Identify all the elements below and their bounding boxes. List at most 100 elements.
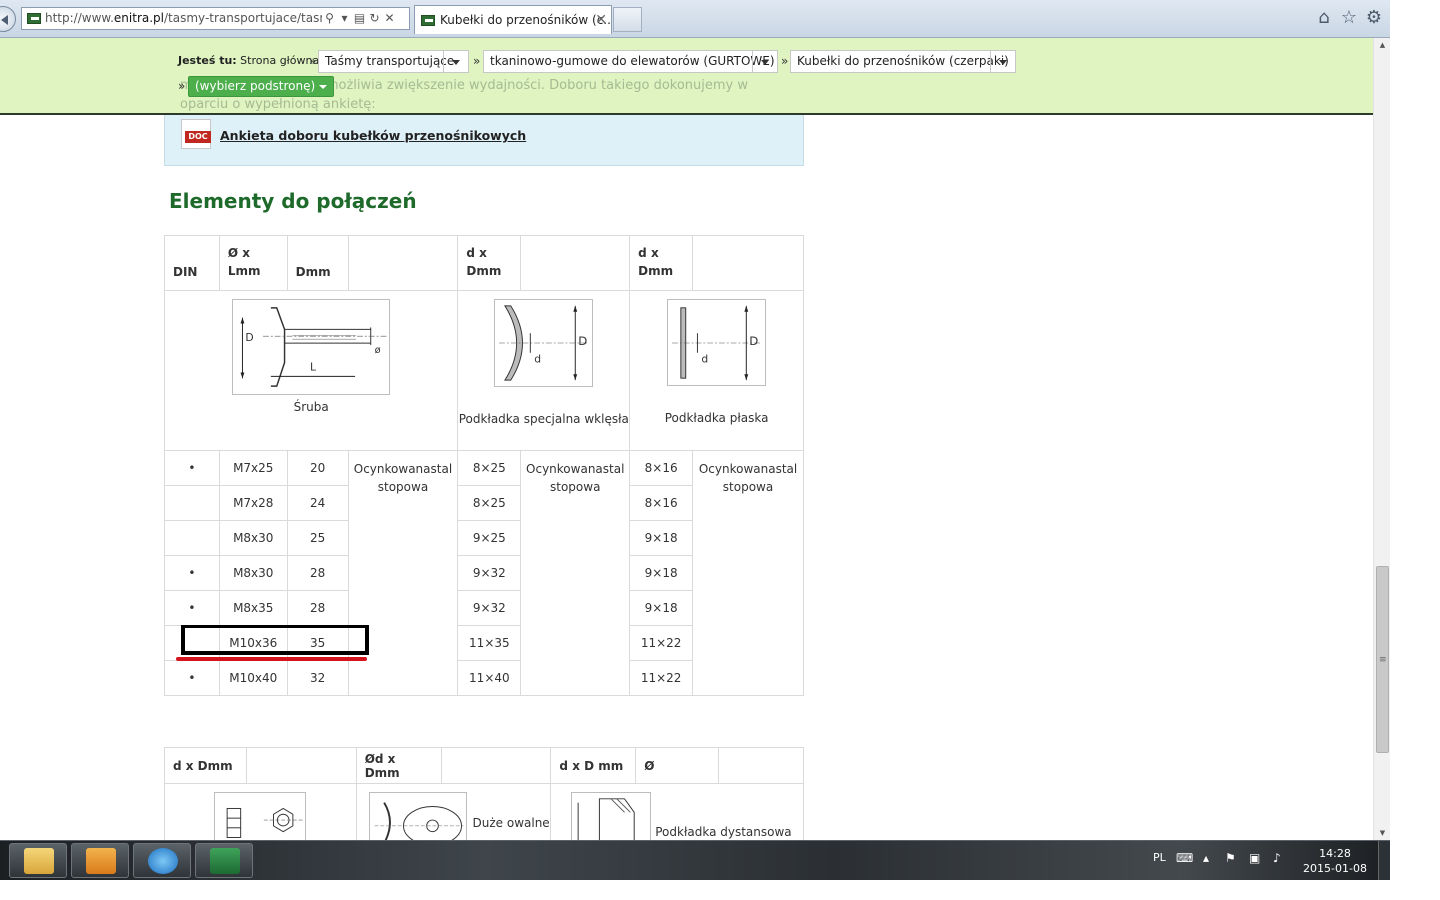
spacer-washer-cell: Podkładka dystansowa <box>550 783 804 840</box>
clock[interactable]: 14:28 2015-01-08 <box>1300 846 1370 876</box>
svg-text:L: L <box>310 361 316 374</box>
breadcrumb-select-gurtowe[interactable]: tkaninowo-gumowe do elewatorów (GURTOWE) <box>483 50 778 73</box>
breadcrumb-item-label: Kubełki do przenośników (czerpaki) <box>797 54 1009 68</box>
washer1-cell: 11×35 <box>457 625 522 661</box>
image-row: Duże owalne Podkładka dystansowa <box>164 783 804 840</box>
washer1-cell: 9×25 <box>457 520 522 556</box>
address-url: http://www.enitra.pl/tasmy-transportujac… <box>45 11 322 25</box>
scroll-up-icon[interactable]: ▲ <box>1374 38 1391 52</box>
doc-file-icon: DOC <box>181 119 211 149</box>
back-icon[interactable] <box>0 6 16 32</box>
din-cell <box>164 520 220 556</box>
concave-washer-cell: D d Podkładka specjalna wklęsła <box>457 290 631 451</box>
tab-favicon-icon <box>421 15 435 26</box>
d-cell: 24 <box>286 485 349 521</box>
din-cell: • <box>164 590 220 626</box>
nut-diagram <box>214 792 307 840</box>
browser-toolbar: http://www.enitra.pl/tasmy-transportujac… <box>0 0 1390 38</box>
new-tab-button[interactable] <box>613 7 642 32</box>
din-cell: • <box>164 555 220 591</box>
search-icon[interactable]: ⚲ <box>322 8 337 29</box>
col-header: d x D mm <box>550 747 637 784</box>
close-tab-icon[interactable]: ✕ <box>595 6 607 34</box>
col-header: Ø x Lmm <box>218 235 288 291</box>
col-header <box>245 747 357 784</box>
col-header: Ø <box>635 747 720 784</box>
size-cell: M8x35 <box>218 590 288 626</box>
washer1-cell: 8×25 <box>457 485 522 521</box>
network-icon[interactable]: ▣ <box>1249 851 1260 865</box>
size-cell: M10x36 <box>218 625 288 661</box>
excel-icon[interactable] <box>195 843 253 878</box>
dropdown-icon[interactable]: ▾ <box>337 8 352 29</box>
washer2-cell: 9×18 <box>629 520 694 556</box>
washer2-cell: 11×22 <box>629 625 694 661</box>
svg-text:D: D <box>578 334 587 348</box>
refresh-icon[interactable]: ↻ <box>367 8 382 29</box>
show-desktop-button[interactable] <box>1378 841 1390 880</box>
svg-text:d: d <box>534 353 541 366</box>
compat-view-icon[interactable]: ▤ <box>352 8 367 29</box>
keyboard-icon[interactable]: ⌨ <box>1176 851 1193 865</box>
connection-elements-table-2: d x Dmm Ød x Dmm d x D mm Ø Duże owalne … <box>164 747 804 840</box>
home-icon[interactable]: ⌂ <box>1314 8 1334 28</box>
connection-elements-table: DIN Ø x Lmm Dmm d x Dmm d x Dmm D L ø Śr… <box>163 235 804 696</box>
svg-text:D: D <box>749 334 758 348</box>
oval-washer-diagram <box>368 792 467 840</box>
flat-washer-cell: D d Podkładka płaska <box>629 290 804 451</box>
breadcrumb-separator: » <box>473 54 481 68</box>
gear-icon[interactable]: ⚙ <box>1364 8 1384 28</box>
washer1-cell: 11×40 <box>457 660 522 696</box>
section-title: Elementy do połączeń <box>169 189 417 213</box>
clock-date: 2015-01-08 <box>1303 862 1367 875</box>
volume-icon[interactable]: ♪ <box>1273 851 1281 865</box>
d-cell: 25 <box>286 520 349 556</box>
breadcrumb-separator: » <box>309 54 317 68</box>
washer1-cell: 8×25 <box>457 450 522 486</box>
col-header: Ød x Dmm <box>355 747 442 784</box>
survey-doc-link[interactable]: Ankieta doboru kubełków przenośnikowych <box>220 128 526 143</box>
concave-washer-diagram: D d <box>494 299 594 387</box>
oval-washer-caption: Duże owalne <box>472 816 550 830</box>
nut-cell <box>164 783 357 840</box>
subpage-dropdown-button[interactable]: (wybierz podstronę) <box>188 76 335 97</box>
col-header: d x Dmm <box>457 235 522 291</box>
vertical-scrollbar[interactable]: ▲ ≡ ▼ <box>1373 38 1390 840</box>
washer2-cell: 11×22 <box>629 660 694 696</box>
flag-icon[interactable]: ⚑ <box>1225 851 1236 865</box>
breadcrumb: mych, a tym samym umożliwia zwiększenie … <box>0 38 1373 115</box>
address-bar[interactable]: http://www.enitra.pl/tasmy-transportujac… <box>21 7 410 30</box>
table-header-row: DIN Ø x Lmm Dmm d x Dmm d x Dmm <box>164 235 804 291</box>
image-row: D L ø Śruba D d Podkładka specjalna wklę… <box>163 290 804 451</box>
internet-explorer-icon[interactable] <box>133 843 191 878</box>
washer2-cell: 8×16 <box>629 450 694 486</box>
tab-active[interactable]: Kubełki do przenośników (c... ✕ <box>414 5 612 34</box>
col-header <box>347 235 459 291</box>
explorer-icon[interactable] <box>9 843 67 878</box>
col-header: DIN <box>164 235 220 291</box>
col-header: d x Dmm <box>629 235 694 291</box>
col-header <box>520 235 631 291</box>
oval-washer-cell: Duże owalne <box>355 783 552 840</box>
washer2-cell: 8×16 <box>629 485 694 521</box>
site-favicon-icon <box>27 13 41 24</box>
outlook-icon[interactable] <box>71 843 129 878</box>
breadcrumb-select-tasmy[interactable]: Taśmy transportujące <box>318 50 469 73</box>
bolt-cell: D L ø Śruba <box>163 290 459 451</box>
breadcrumb-select-kubelki[interactable]: Kubełki do przenośników (czerpaki) <box>790 50 1016 73</box>
din-cell: • <box>164 660 220 696</box>
flat-washer-diagram: D d <box>667 299 767 386</box>
d-cell: 28 <box>286 555 349 591</box>
chevron-down-icon <box>752 51 777 72</box>
scroll-down-icon[interactable]: ▼ <box>1374 826 1391 840</box>
scrollbar-thumb[interactable]: ≡ <box>1376 566 1389 753</box>
size-cell: M8x30 <box>218 520 288 556</box>
star-icon[interactable]: ☆ <box>1339 8 1359 28</box>
language-indicator[interactable]: PL <box>1153 851 1166 864</box>
din-cell <box>164 625 220 661</box>
bolt-diagram: D L ø <box>232 299 391 395</box>
breadcrumb-separator: » <box>178 79 186 93</box>
stop-icon[interactable]: ✕ <box>382 8 397 29</box>
tray-expand-icon[interactable]: ▴ <box>1203 851 1209 865</box>
desktop-strip <box>1390 0 1440 900</box>
